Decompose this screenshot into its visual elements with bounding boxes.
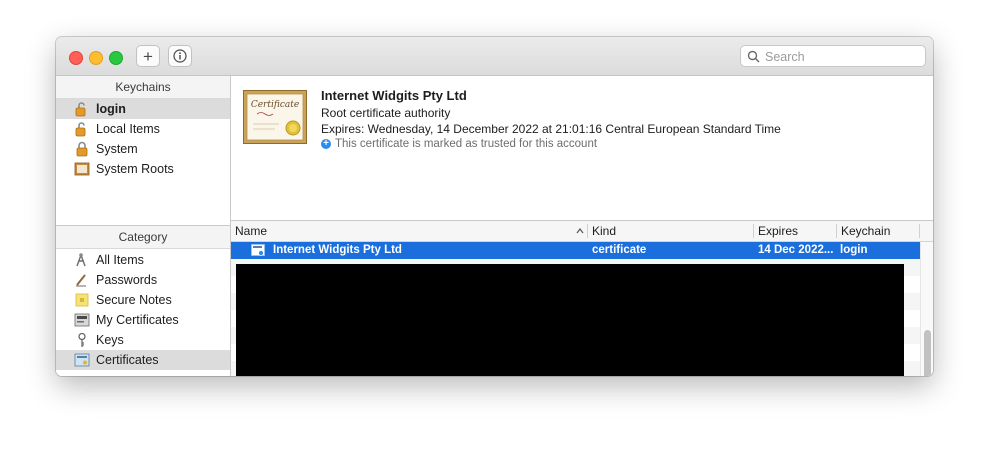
search-field[interactable] [740,45,926,67]
keychain-access-window: + Keychains login [56,37,933,376]
cell-name: Internet Widgits Pty Ltd [273,244,402,256]
vertical-scrollbar[interactable] [920,242,933,376]
certificate-title: Internet Widgits Pty Ltd [321,88,467,103]
sidebar-item-label: System Roots [96,162,174,176]
info-icon [173,49,187,63]
table-row[interactable]: Internet Widgits Pty Ltd certificate 14 … [231,242,920,259]
column-header-expires[interactable]: Expires [758,224,798,238]
items-table: Internet Widgits Pty Ltd certificate 14 … [231,242,920,376]
note-icon [75,293,89,307]
sidebar-item-label: Certificates [96,353,159,367]
info-button[interactable] [168,45,192,67]
category-header: Category [56,226,230,249]
certificate-icon [74,353,90,367]
certificate-subtitle: Root certificate authority [321,106,451,120]
column-header-keychain[interactable]: Keychain [841,224,890,238]
sidebar-item-keys[interactable]: Keys [56,330,230,350]
key-icon [78,332,86,347]
sidebar-item-local-items[interactable]: Local Items [56,119,230,139]
sort-ascending-icon[interactable] [576,228,584,234]
cabinet-icon [74,162,90,176]
sidebar-item-certificates[interactable]: Certificates [56,350,230,370]
scrollbar-thumb[interactable] [924,330,931,376]
sidebar-item-label: Secure Notes [96,293,172,307]
trusted-plus-icon: + [321,139,331,149]
trust-note-text: This certificate is marked as trusted fo… [335,138,598,150]
sidebar-item-login[interactable]: login [56,99,230,119]
close-button[interactable] [69,51,83,65]
sidebar-item-label: login [96,102,126,116]
keychains-header: Keychains [56,76,230,99]
certificate-trust-note: + This certificate is marked as trusted … [321,138,597,150]
title-bar: + [56,37,933,76]
column-divider[interactable] [919,224,920,238]
cell-keychain: login [840,244,868,256]
all-items-icon [76,253,86,267]
add-label: + [143,46,153,66]
column-divider[interactable] [587,224,588,238]
add-button[interactable]: + [136,45,160,67]
table-header: Name Kind Expires Keychain [231,221,933,242]
sidebar-item-system-roots[interactable]: System Roots [56,159,230,179]
certificate-image-text: Certificate [251,100,299,110]
sidebar: Keychains login Local Items System Syste… [56,76,231,376]
column-divider[interactable] [836,224,837,238]
cell-kind: certificate [592,244,647,256]
column-divider[interactable] [753,224,754,238]
keychains-header-label: Keychains [115,80,171,94]
zoom-button[interactable] [109,51,123,65]
sidebar-item-all-items[interactable]: All Items [56,250,230,270]
sidebar-item-label: Passwords [96,273,158,287]
certificate-expiry: Expires: Wednesday, 14 December 2022 at … [321,122,781,136]
my-certificates-icon [74,313,90,327]
locked-padlock-icon [76,141,88,157]
sidebar-item-label: My Certificates [96,313,179,327]
search-input[interactable] [763,48,925,66]
main-pane: Certificate Internet Widgits Pty Ltd Roo… [231,76,933,376]
certificate-image: Certificate [243,90,307,144]
sidebar-item-system[interactable]: System [56,139,230,159]
sidebar-item-passwords[interactable]: Passwords [56,270,230,290]
unlocked-padlock-icon [75,102,86,117]
sidebar-item-label: Local Items [96,122,160,136]
minimize-button[interactable] [89,51,103,65]
cell-expires: 14 Dec 2022... [758,244,834,256]
sidebar-item-secure-notes[interactable]: Secure Notes [56,290,230,310]
pen-icon [76,274,86,287]
sidebar-item-my-certificates[interactable]: My Certificates [56,310,230,330]
search-icon [747,50,760,63]
certificate-icon [251,244,265,256]
unlocked-padlock-icon [75,122,86,137]
column-header-name[interactable]: Name [235,224,267,238]
redacted-content [236,264,904,376]
column-header-kind[interactable]: Kind [592,224,616,238]
sidebar-item-label: Keys [96,333,124,347]
certificate-summary: Certificate Internet Widgits Pty Ltd Roo… [231,76,933,221]
category-header-label: Category [118,230,168,244]
sidebar-item-label: All Items [96,253,144,267]
sidebar-item-label: System [96,142,138,156]
